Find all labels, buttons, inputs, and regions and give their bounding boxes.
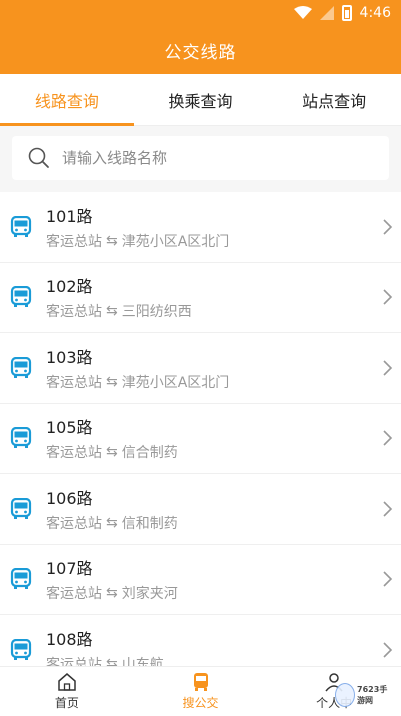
- route-list: 101路 客运总站 ⇆ 津苑小区A区北门 102路 客运总站 ⇆ 三阳纺织西 1…: [0, 192, 401, 666]
- route-name: 102路: [46, 277, 93, 297]
- route-name: 101路: [46, 206, 93, 226]
- tab-transfer-query[interactable]: 换乘查询: [134, 74, 268, 125]
- route-list-item[interactable]: 101路 客运总站 ⇆ 津苑小区A区北门: [0, 192, 401, 263]
- tab-label: 站点查询: [302, 91, 367, 111]
- route-list-item[interactable]: 106路 客运总站 ⇆ 信和制药: [0, 474, 401, 545]
- route-name: 108路: [46, 629, 93, 649]
- tab-label: 换乘查询: [168, 91, 233, 111]
- route-start-station: 客运总站: [46, 515, 102, 532]
- route-stops: 客运总站 ⇆ 津苑小区A区北门: [46, 372, 381, 392]
- route-stops: 客运总站 ⇆ 三阳纺织西: [46, 301, 381, 321]
- search-section: [0, 126, 401, 192]
- route-list-item[interactable]: 102路 客运总站 ⇆ 三阳纺织西: [0, 263, 401, 333]
- swap-arrows-icon: ⇆: [106, 514, 118, 531]
- swap-arrows-icon: ⇆: [106, 373, 118, 390]
- route-start-station: 客运总站: [46, 304, 102, 321]
- route-name: 107路: [46, 559, 93, 579]
- page-title: 公交线路: [164, 42, 237, 63]
- tab-station-query[interactable]: 站点查询: [267, 74, 401, 125]
- swap-arrows-icon: ⇆: [106, 655, 118, 666]
- route-name: 105路: [46, 418, 93, 438]
- chevron-right-icon: [383, 289, 393, 305]
- tab-bar: 线路查询 换乘查询 站点查询: [0, 74, 401, 126]
- route-stops: 客运总站 ⇆ 信合制药: [46, 442, 381, 462]
- route-stops: 客运总站 ⇆ 信和制药: [46, 513, 381, 533]
- route-start-station: 客运总站: [46, 233, 102, 250]
- bus-icon: [10, 356, 32, 378]
- bus-icon: [10, 215, 32, 237]
- watermark-text: 7623手游网: [357, 685, 388, 705]
- route-name: 106路: [46, 488, 93, 508]
- nav-search-bus[interactable]: 搜公交: [134, 667, 268, 716]
- chevron-right-icon: [383, 360, 393, 376]
- battery-icon: [341, 5, 352, 21]
- swap-arrows-icon: ⇆: [106, 585, 118, 602]
- bus-icon: [10, 427, 32, 449]
- chevron-right-icon: [383, 219, 393, 235]
- route-end-station: 信合制药: [121, 445, 178, 462]
- route-end-station: 刘家夹河: [121, 586, 178, 603]
- bus-icon: [10, 568, 32, 590]
- route-end-station: 信和制药: [121, 515, 178, 532]
- bus-icon: [10, 497, 32, 519]
- route-start-station: 客运总站: [46, 586, 102, 603]
- route-list-item[interactable]: 108路 客运总站 ⇆ 山东航: [0, 615, 401, 666]
- chevron-right-icon: [383, 571, 393, 587]
- swap-arrows-icon: ⇆: [106, 444, 118, 461]
- chevron-right-icon: [383, 642, 393, 658]
- route-end-station: 三阳纺织西: [121, 304, 192, 321]
- route-list-item[interactable]: 107路 客运总站 ⇆ 刘家夹河: [0, 545, 401, 615]
- route-stops: 客运总站 ⇆ 山东航: [46, 654, 381, 666]
- swap-arrows-icon: ⇆: [106, 232, 118, 249]
- chevron-right-icon: [383, 501, 393, 517]
- search-icon: [28, 147, 49, 168]
- route-start-station: 客运总站: [46, 656, 102, 666]
- route-name: 103路: [46, 347, 93, 367]
- swap-arrows-icon: ⇆: [106, 303, 118, 320]
- search-box[interactable]: [12, 136, 389, 180]
- route-stops: 客运总站 ⇆ 刘家夹河: [46, 583, 381, 603]
- tab-route-query[interactable]: 线路查询: [0, 74, 134, 126]
- bus-icon: [10, 638, 32, 660]
- route-stops: 客运总站 ⇆ 津苑小区A区北门: [46, 231, 381, 251]
- watermark-logo: 7623手游网: [335, 678, 395, 712]
- watermark-badge-icon: [335, 683, 356, 707]
- wifi-icon: [293, 6, 312, 19]
- bus-icon: [10, 286, 32, 308]
- search-input[interactable]: [62, 149, 362, 167]
- chevron-right-icon: [383, 430, 393, 446]
- route-end-station: 山东航: [121, 656, 164, 666]
- signal-icon: [319, 6, 334, 20]
- nav-label: 首页: [54, 696, 79, 710]
- status-icons: 4:46: [293, 3, 391, 23]
- route-start-station: 客运总站: [46, 445, 102, 462]
- nav-label: 搜公交: [182, 696, 219, 710]
- route-list-item[interactable]: 103路 客运总站 ⇆ 津苑小区A区北门: [0, 333, 401, 404]
- status-time: 4:46: [359, 5, 391, 21]
- route-list-item[interactable]: 105路 客运总站 ⇆ 信合制药: [0, 404, 401, 474]
- route-start-station: 客运总站: [46, 374, 102, 391]
- app-bar: 公交线路: [0, 26, 401, 74]
- nav-home[interactable]: 首页: [0, 667, 134, 716]
- home-icon: [58, 673, 76, 691]
- bus-icon: [193, 673, 208, 691]
- route-end-station: 津苑小区A区北门: [121, 233, 230, 250]
- status-bar: 4:46: [0, 0, 401, 26]
- tab-label: 线路查询: [34, 91, 99, 111]
- route-end-station: 津苑小区A区北门: [121, 374, 230, 391]
